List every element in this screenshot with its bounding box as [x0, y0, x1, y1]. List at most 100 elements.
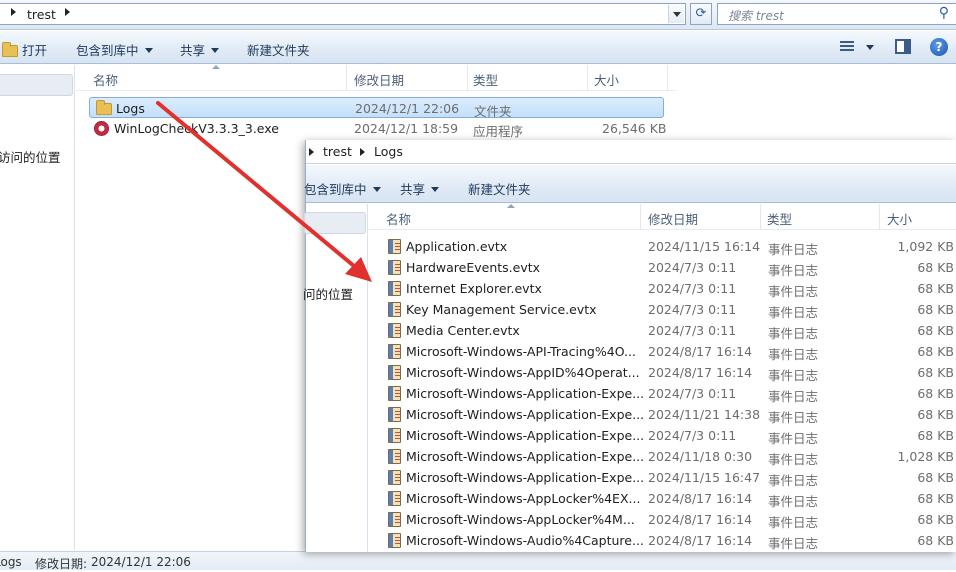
new-folder-button[interactable]: 新建文件夹 [468, 179, 531, 198]
breadcrumb-separator-icon[interactable] [309, 148, 314, 156]
file-row[interactable]: Microsoft-Windows-AppLocker%4M... 2024/8/… [388, 509, 956, 530]
file-row[interactable]: Microsoft-Windows-AppID%4Operat... 2024/8… [388, 362, 956, 383]
include-in-library-button[interactable]: 包含到库中 [304, 179, 381, 198]
new-folder-button[interactable]: 新建文件夹 [247, 40, 310, 59]
file-name: Microsoft-Windows-API-Tracing%4O... [406, 344, 636, 359]
column-divider[interactable] [667, 65, 668, 91]
search-icon[interactable]: ⚲ [939, 5, 949, 21]
breadcrumb-logs[interactable]: Logs [374, 144, 403, 159]
nav-item-recent-places[interactable]: 问的位置 [303, 284, 353, 303]
file-row[interactable]: Microsoft-Windows-Application-Expe... 202… [388, 467, 956, 488]
breadcrumb-trest[interactable]: trest [27, 7, 56, 22]
search-placeholder: 搜索 trest [728, 9, 784, 23]
file-modified: 2024/11/15 16:14 [648, 239, 761, 254]
file-size: 68 KB [917, 260, 954, 275]
navigation-pane: 问的位置 [303, 204, 368, 552]
file-modified: 2024/8/17 16:14 [648, 491, 753, 506]
file-row[interactable]: Microsoft-Windows-Audio%4Capture... 2024/… [388, 530, 956, 551]
file-type: 事件日志 [768, 410, 819, 425]
share-label: 共享 [180, 43, 206, 58]
column-header-size[interactable]: 大小 [887, 209, 912, 228]
file-modified: 2024/8/17 16:14 [648, 344, 753, 359]
file-row[interactable]: Microsoft-Windows-Application-Expe... 202… [388, 383, 956, 404]
file-type: 事件日志 [768, 263, 819, 278]
file-row[interactable]: HardwareEvents.evtx 2024/7/3 0:11 事件日志 68 K… [388, 257, 956, 278]
file-name: WinLogCheckV3.3.3_3.exe [114, 121, 279, 136]
include-in-library-button[interactable]: 包含到库中 [76, 40, 153, 59]
status-item-name: Logs [0, 555, 22, 569]
file-row[interactable]: Microsoft-Windows-Application-Expe... 202… [388, 404, 956, 425]
include-in-library-label: 包含到库中 [304, 182, 367, 197]
file-name: Media Center.evtx [406, 323, 520, 338]
column-divider[interactable] [760, 204, 761, 230]
event-log-icon [388, 386, 401, 401]
file-modified: 2024/11/21 14:38 [648, 407, 761, 422]
file-type: 应用程序 [473, 124, 524, 139]
file-type: 事件日志 [768, 536, 819, 551]
file-row[interactable]: Microsoft-Windows-API-Tracing%4O... 2024/… [388, 341, 956, 362]
file-row[interactable]: Internet Explorer.evtx 2024/7/3 0:11 事件日志 6… [388, 278, 956, 299]
file-name: Microsoft-Windows-Application-Expe... [406, 470, 645, 485]
column-header-name[interactable]: 名称 [386, 209, 411, 228]
file-modified: 2024/11/15 16:47 [648, 470, 761, 485]
column-divider[interactable] [640, 204, 641, 230]
column-header-modified[interactable]: 修改日期 [648, 209, 698, 228]
nav-item-selected[interactable] [304, 212, 366, 234]
view-dropdown-icon[interactable] [866, 45, 874, 50]
file-size: 68 KB [917, 323, 954, 338]
file-name: Microsoft-Windows-AppID%4Operat... [406, 365, 640, 380]
help-icon[interactable]: ? [930, 38, 948, 56]
file-row[interactable]: Microsoft-Windows-Application-Expe... 202… [388, 446, 956, 467]
column-divider[interactable] [879, 204, 880, 230]
nav-item-selected[interactable] [0, 74, 73, 96]
event-log-icon [388, 365, 401, 380]
file-name: Key Management Service.evtx [406, 302, 597, 317]
file-row-logs[interactable]: Logs 2024/12/1 22:06 文件夹 [89, 97, 664, 119]
file-row[interactable]: Microsoft-Windows-AppLocker%4EX... 2024/8… [388, 488, 956, 509]
address-bar[interactable]: trest [0, 3, 686, 25]
breadcrumb-separator-icon[interactable] [65, 8, 70, 16]
file-name: HardwareEvents.evtx [406, 260, 541, 275]
file-modified: 2024/7/3 0:11 [648, 281, 737, 296]
open-button[interactable]: 打开 [2, 40, 47, 59]
status-modified-value: 2024/12/1 22:06 [91, 555, 191, 569]
search-input[interactable]: 搜索 trest ⚲ [717, 3, 956, 25]
column-header-row: 名称 修改日期 类型 大小 [76, 65, 676, 91]
column-divider[interactable] [587, 65, 588, 91]
breadcrumb-separator-icon[interactable] [360, 148, 365, 156]
file-row[interactable]: Key Management Service.evtx 2024/7/3 0:11… [388, 299, 956, 320]
command-bar: 打开 包含到库中 共享 新建文件夹 ? [0, 31, 956, 64]
share-button[interactable]: 共享 [400, 179, 440, 198]
preview-pane-icon[interactable] [895, 39, 911, 54]
file-row[interactable]: Media Center.evtx 2024/7/3 0:11 事件日志 68 KB [388, 320, 956, 341]
file-row-winlogcheck[interactable]: WinLogCheckV3.3.3_3.exe 2024/12/1 18:59 … [89, 118, 666, 139]
file-row[interactable]: Microsoft-Windows-Application-Expe... 202… [388, 425, 956, 446]
share-button[interactable]: 共享 [180, 40, 220, 59]
breadcrumb-trest[interactable]: trest [323, 144, 352, 159]
column-divider[interactable] [346, 65, 347, 91]
address-history-dropdown[interactable] [668, 5, 684, 23]
status-bar: Logs 修改日期: 2024/12/1 22:06 [0, 551, 956, 571]
column-header-type[interactable]: 类型 [767, 209, 792, 228]
file-row[interactable]: Application.evtx 2024/11/15 16:14 事件日志 1,09… [388, 236, 956, 257]
file-size: 68 KB [917, 344, 954, 359]
nav-item-recent-places[interactable]: 访问的位置 [0, 147, 61, 166]
breadcrumb-separator-icon[interactable] [11, 8, 16, 16]
file-name: Microsoft-Windows-Application-Expe... [406, 386, 645, 401]
column-header-type[interactable]: 类型 [473, 70, 498, 89]
column-header-name[interactable]: 名称 [93, 70, 118, 89]
refresh-button[interactable]: ⟳ [690, 3, 712, 25]
file-modified: 2024/7/3 0:11 [648, 302, 737, 317]
file-type: 事件日志 [768, 494, 819, 509]
address-bar[interactable]: trest Logs [306, 140, 956, 164]
column-header-modified[interactable]: 修改日期 [354, 70, 404, 89]
app-icon [94, 121, 109, 136]
view-options-icon[interactable] [840, 41, 854, 53]
event-log-icon [388, 260, 401, 275]
column-divider[interactable] [467, 65, 468, 91]
share-label: 共享 [400, 182, 426, 197]
file-type: 事件日志 [768, 284, 819, 299]
include-in-library-label: 包含到库中 [76, 43, 139, 58]
navigation-pane: 访问的位置 [0, 65, 75, 550]
column-header-size[interactable]: 大小 [594, 70, 619, 89]
